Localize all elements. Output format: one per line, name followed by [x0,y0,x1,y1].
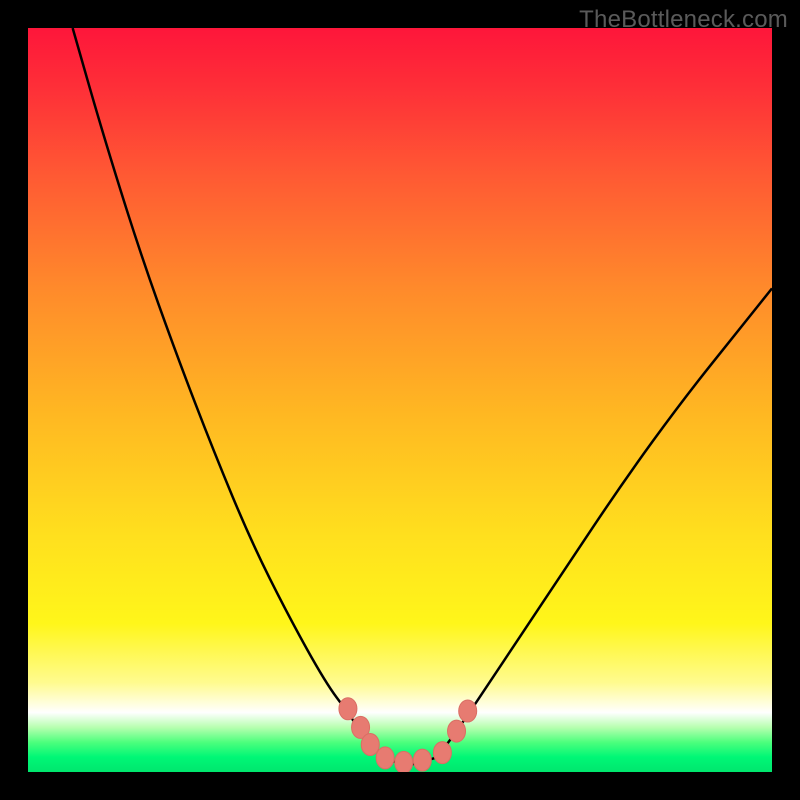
marker-point [361,733,379,755]
watermark: TheBottleneck.com [579,6,788,34]
chart-container: TheBottleneck.com [0,0,800,800]
plot-area [28,28,772,772]
marker-point [459,700,477,722]
marker-point [376,747,394,769]
marker-layer [28,28,772,772]
marker-point [395,751,413,772]
marker-point [413,749,431,771]
marker-point [433,742,451,764]
highlighted-points [339,698,477,772]
marker-point [339,698,357,720]
marker-point [448,720,466,742]
